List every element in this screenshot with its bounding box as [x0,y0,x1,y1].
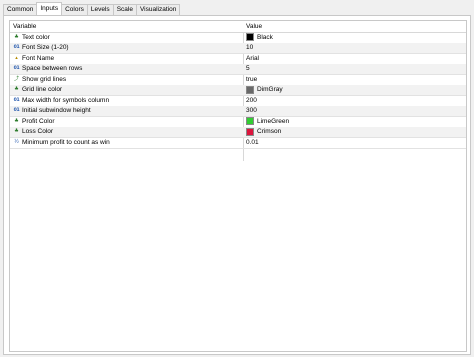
variable-name: Show grid lines [22,75,67,83]
variable-value[interactable]: 5 [246,65,250,72]
palette-icon: ♣ [14,86,19,93]
palette-icon: ♣ [14,117,19,124]
variable-value[interactable]: true [246,76,257,83]
palette-icon: ♣ [14,33,19,40]
variable-value[interactable]: Black [257,34,273,41]
color-swatch [246,85,254,94]
variable-value[interactable]: 200 [246,97,257,104]
integer-icon: 01 [13,97,20,103]
grid-header: Variable Value [10,21,466,33]
color-swatch [246,127,254,136]
variable-value[interactable]: 10 [246,44,253,51]
variable-value[interactable]: LimeGreen [257,118,289,125]
variable-value[interactable]: 0.01 [246,139,259,146]
color-swatch [246,33,254,42]
variable-value[interactable]: Arial [246,55,259,62]
tab-colors[interactable]: Colors [61,4,88,15]
variable-name: Space between rows [22,65,83,73]
variable-name: Profit Color [22,117,55,125]
palette-icon: ♣ [14,128,19,135]
integer-icon: 01 [13,66,20,72]
boolean-icon: ⤴ [13,75,19,82]
variable-name: Font Size (1-20) [22,44,69,52]
input-row-min-profit-win[interactable]: ½ Minimum profit to count as win 0.01 [10,137,466,149]
inputs-grid: Variable Value ♣ Text color Black 01 Font … [9,20,467,352]
variable-value[interactable]: DimGray [257,86,283,93]
integer-icon: 01 [13,45,20,51]
variable-name: Minimum profit to count as win [22,138,110,146]
variable-value[interactable]: 300 [246,107,257,114]
color-swatch [246,117,254,126]
double-icon: ½ [14,138,19,145]
variable-name: Text color [22,33,50,41]
variable-name: Font Name [22,54,55,62]
variable-value[interactable]: Crimson [257,128,281,135]
tab-common[interactable]: Common [3,4,38,15]
variable-name: Initial subwindow height [22,107,91,115]
inputs-panel: Variable Value ♣ Text color Black 01 Font … [3,15,471,355]
header-value[interactable]: Value [243,23,466,30]
tab-inputs[interactable]: Inputs [36,2,63,15]
header-variable[interactable]: Variable [10,23,243,30]
variable-name: Max width for symbols column [22,96,110,104]
tab-visualization[interactable]: Visualization [135,4,181,15]
tab-bar: Common Inputs Colors Levels Scale Visual… [3,2,181,15]
variable-name: Loss Color [22,128,54,136]
tab-levels[interactable]: Levels [86,4,114,15]
tab-scale[interactable]: Scale [112,4,137,15]
variable-name: Grid line color [22,86,63,94]
integer-icon: 01 [13,108,20,114]
string-icon: ▴ [15,54,18,61]
